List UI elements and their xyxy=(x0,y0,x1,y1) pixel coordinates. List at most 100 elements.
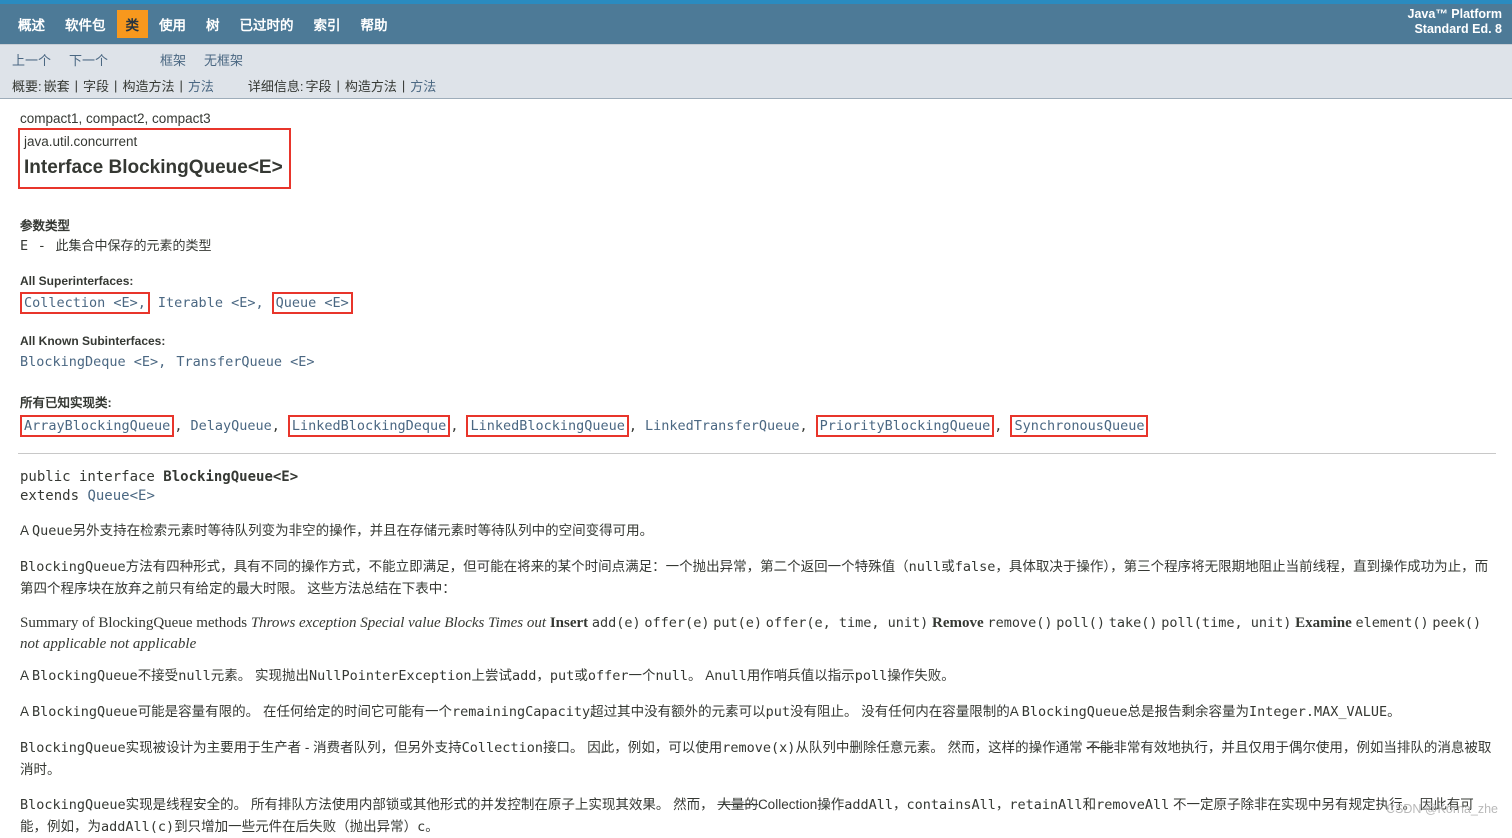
p4-b: 不接受 xyxy=(137,668,179,683)
p5-code-remcap[interactable]: remainingCapacity xyxy=(452,704,590,720)
paragraph-null-elements: A BlockingQueue不接受null元素。 实现抛出NullPointe… xyxy=(20,665,1496,687)
summary-examine-3: not applicable xyxy=(20,636,107,652)
brand-line-2: Standard Ed. 8 xyxy=(1414,22,1502,36)
nav-item-deprecated[interactable]: 已过时的 xyxy=(231,10,303,38)
p6-strikethrough: 不能 xyxy=(1086,740,1114,755)
impl-arrayblockingqueue[interactable]: ArrayBlockingQueue xyxy=(20,415,175,437)
summary-remove-2: poll() xyxy=(1056,615,1106,631)
p6-code-collection[interactable]: Collection xyxy=(462,740,543,756)
summary-row-insert: Insert xyxy=(549,615,589,631)
p7-a: 实现是线程安全的。 所有排队方法使用内部锁或其他形式的并发控制在原子上实现其效果… xyxy=(125,797,718,812)
p4-code-npe[interactable]: NullPointerException xyxy=(309,668,472,684)
p4-code-put[interactable]: put xyxy=(550,668,574,684)
next-link[interactable]: 下一个 xyxy=(69,50,108,69)
impl-synchronousqueue[interactable]: SynchronousQueue xyxy=(1010,415,1149,437)
paragraph-capacity: A BlockingQueue可能是容量有限的。 在任何给定的时间它可能有一个r… xyxy=(20,701,1496,723)
nav-item-packages[interactable]: 软件包 xyxy=(56,10,115,38)
p7-c: ， xyxy=(893,797,907,812)
nav-item-tree[interactable]: 树 xyxy=(197,10,229,38)
superinterface-queue[interactable]: Queue <E> xyxy=(271,292,353,314)
p5-code-maxvalue[interactable]: Integer.MAX_VALUE xyxy=(1249,704,1387,720)
impl-priorityblockingqueue[interactable]: PriorityBlockingQueue xyxy=(815,415,995,437)
superinterface-collection[interactable]: Collection <E>, xyxy=(20,292,150,314)
type-parameters-heading: 参数类型 xyxy=(20,219,71,233)
summary-insert-1: add(e) xyxy=(591,615,641,631)
frames-link[interactable]: 框架 xyxy=(160,50,186,69)
p2-code-blockingqueue: BlockingQueue xyxy=(20,559,126,575)
summary-insert-2: offer(e) xyxy=(644,615,710,631)
p4-code-add[interactable]: add xyxy=(512,668,536,684)
p6-code-bq: BlockingQueue xyxy=(20,740,126,756)
prev-link[interactable]: 上一个 xyxy=(12,50,51,69)
summary-nested: 嵌套 xyxy=(43,79,70,94)
p1-b: 另外支持在检索元素时等待队列变为非空的操作，并且在存储元素时等待队列中的空间变得… xyxy=(72,523,654,538)
impl-linkedblockingqueue[interactable]: LinkedBlockingQueue xyxy=(466,415,629,437)
superinterface-iterable[interactable]: Iterable <E>, xyxy=(158,295,264,311)
p7-code-retainall[interactable]: retainAll xyxy=(1009,797,1082,813)
subinterfaces-heading: All Known Subinterfaces: xyxy=(20,334,166,348)
paragraph-thread-safety: BlockingQueue实现是线程安全的。 所有排队方法使用内部锁或其他形式的… xyxy=(20,794,1496,838)
p7-code-containsall[interactable]: containsAll xyxy=(907,797,996,813)
summary-row-remove: Remove xyxy=(932,615,984,631)
p4-code-bq: BlockingQueue xyxy=(32,668,138,684)
implementing-classes-list: ArrayBlockingQueue, DelayQueue, LinkedBloc… xyxy=(20,415,1496,437)
nav-item-overview[interactable]: 概述 xyxy=(9,10,54,38)
p4-code-null3: null xyxy=(714,668,747,684)
nav-item-index[interactable]: 索引 xyxy=(305,10,350,38)
p5-code-bq2: BlockingQueue xyxy=(1021,704,1128,720)
summary-method[interactable]: 方法 xyxy=(188,76,214,95)
p5-code-put[interactable]: put xyxy=(766,704,790,720)
paragraph-queue-support: A Queue另外支持在检索元素时等待队列变为非空的操作，并且在存储元素时等待队… xyxy=(20,520,1496,542)
p4-d: 上尝试 xyxy=(471,668,513,683)
watermark: CSDN @Korna_zhe xyxy=(1385,802,1498,816)
detail-method[interactable]: 方法 xyxy=(410,76,436,95)
class-declaration: public interface BlockingQueue<E> extend… xyxy=(20,468,1496,506)
decl-extends-link[interactable]: Queue<E> xyxy=(87,488,154,504)
p7-code-addall[interactable]: addAll xyxy=(844,797,893,813)
pipe-3: | xyxy=(179,78,183,93)
summary-remove-3: take() xyxy=(1108,615,1158,631)
type-param-name: E xyxy=(20,238,29,254)
impl-delayqueue[interactable]: DelayQueue xyxy=(190,418,271,434)
summary-remove-4: poll(time, unit) xyxy=(1161,615,1292,631)
p5-b: 可能是容量有限的。 在任何给定的时间它可能有一个 xyxy=(137,704,452,719)
p5-f: 。 xyxy=(1387,704,1401,719)
summary-examine-1: element() xyxy=(1355,615,1429,631)
type-param-dash: - xyxy=(37,238,46,254)
no-frames-link[interactable]: 无框架 xyxy=(204,50,243,69)
detail-constructor: 构造方法 xyxy=(344,79,397,94)
impl-sep-3: , xyxy=(628,418,638,434)
p5-e: 总是报告剩余容量为 xyxy=(1127,704,1249,719)
subinterface-transferqueue[interactable]: TransferQueue <E> xyxy=(176,354,314,370)
p4-code-poll[interactable]: poll xyxy=(855,668,888,684)
p7-e: 和 xyxy=(1082,797,1097,812)
sub-navbar: 上一个 下一个 框架 无框架 概要: 嵌套 | 字段 | 构造方法 | 方法 详… xyxy=(0,44,1512,99)
summary-examine-2: peek() xyxy=(1432,615,1482,631)
impl-sep-1: , xyxy=(271,418,280,434)
p4-code-offer[interactable]: offer xyxy=(588,668,629,684)
package-name: java.util.concurrent xyxy=(24,134,138,149)
p6-code-removex[interactable]: remove(x) xyxy=(722,740,795,756)
subnav-row-summary-detail: 概要: 嵌套 | 字段 | 构造方法 | 方法 详细信息: 字段 | 构造方法 … xyxy=(0,72,1512,99)
p7-code-addallc[interactable]: addAll(c) xyxy=(101,819,174,835)
nav-item-help[interactable]: 帮助 xyxy=(352,10,397,38)
p4-code-null1: null xyxy=(178,668,211,684)
p4-i: 用作哨兵值以指示 xyxy=(746,668,855,683)
summary-field: 字段 xyxy=(83,79,110,94)
p5-d: 没有阻止。 没有任何内在容量限制的A xyxy=(790,704,1022,719)
platform-brand: Java™ Platform Standard Ed. 8 xyxy=(1408,7,1502,37)
p7-code-removeall[interactable]: removeAll xyxy=(1096,797,1169,813)
subinterface-blockingdeque[interactable]: BlockingDeque <E>, xyxy=(20,354,166,370)
impl-linkedtransferqueue[interactable]: LinkedTransferQueue xyxy=(645,418,799,434)
nav-item-class[interactable]: 类 xyxy=(116,10,148,38)
p4-f: 或 xyxy=(574,668,588,683)
type-parameter-entry: E - 此集合中保存的元素的类型 xyxy=(20,236,1496,256)
summary-row-examine: Examine xyxy=(1295,615,1352,631)
p7-d: ， xyxy=(995,797,1010,812)
impl-linkedblockingdeque[interactable]: LinkedBlockingDeque xyxy=(287,415,451,437)
summary-examine-4: not applicable xyxy=(110,636,197,652)
p1-code-queue[interactable]: Queue xyxy=(32,523,73,539)
nav-item-use[interactable]: 使用 xyxy=(150,10,195,38)
superinterfaces-heading: All Superinterfaces: xyxy=(20,274,134,288)
p7-h: 。 xyxy=(425,819,439,834)
